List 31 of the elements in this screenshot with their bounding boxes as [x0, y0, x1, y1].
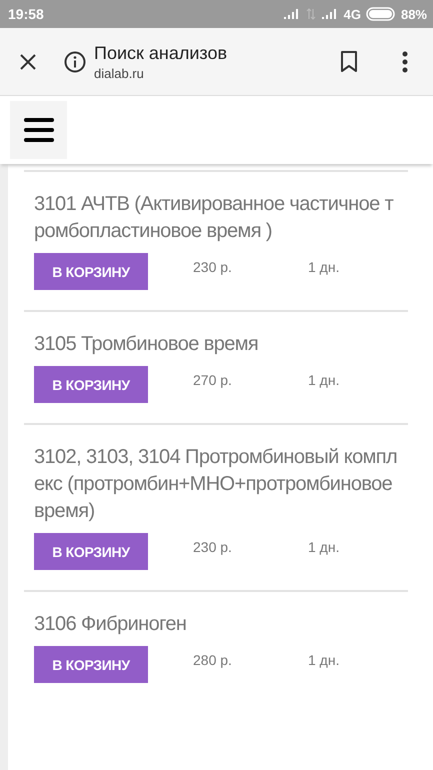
network-type: 4G — [344, 6, 361, 22]
test-duration: 1 дн. — [308, 371, 340, 388]
more-icon — [402, 50, 408, 72]
menu-icon — [24, 117, 54, 143]
add-to-cart-button[interactable]: В КОРЗИНУ — [34, 646, 148, 683]
signal-icon — [320, 8, 339, 20]
test-duration: 1 дн. — [308, 651, 340, 668]
test-title: 3105 Тромбиновое время — [34, 332, 260, 357]
add-to-cart-button[interactable]: В КОРЗИНУ — [34, 253, 148, 290]
add-to-cart-button[interactable]: В КОРЗИНУ — [34, 366, 148, 403]
test-duration: 1 дн. — [308, 538, 340, 555]
bookmark-icon — [340, 50, 358, 72]
test-title: 3101 АЧТВ (Активированное частичное тромбопластиновое время ) — [34, 192, 394, 244]
battery-icon — [366, 7, 396, 21]
info-icon[interactable] — [64, 50, 86, 72]
test-title: 3106 Фибриноген — [34, 612, 188, 637]
test-price: 280 р. — [193, 651, 233, 668]
status-time: 19:58 — [8, 6, 44, 22]
test-price: 270 р. — [193, 371, 233, 388]
test-title: 3102, 3103, 3104 Протромбиновый комплекс (протромбин+МНО+протромбиновое время) — [34, 445, 398, 524]
test-price: 230 р. — [193, 258, 233, 275]
test-price: 230 р. — [193, 538, 233, 555]
signal-icon — [282, 8, 301, 20]
menu-button[interactable] — [10, 101, 67, 159]
data-arrows-icon — [306, 8, 316, 20]
add-to-cart-button[interactable]: В КОРЗИНУ — [34, 533, 148, 570]
battery-percent: 88% — [400, 6, 427, 22]
close-icon — [19, 52, 37, 70]
page-title: Поиск анализов — [94, 42, 228, 64]
test-duration: 1 дн. — [308, 258, 340, 275]
page-url: dialab.ru — [94, 66, 145, 80]
